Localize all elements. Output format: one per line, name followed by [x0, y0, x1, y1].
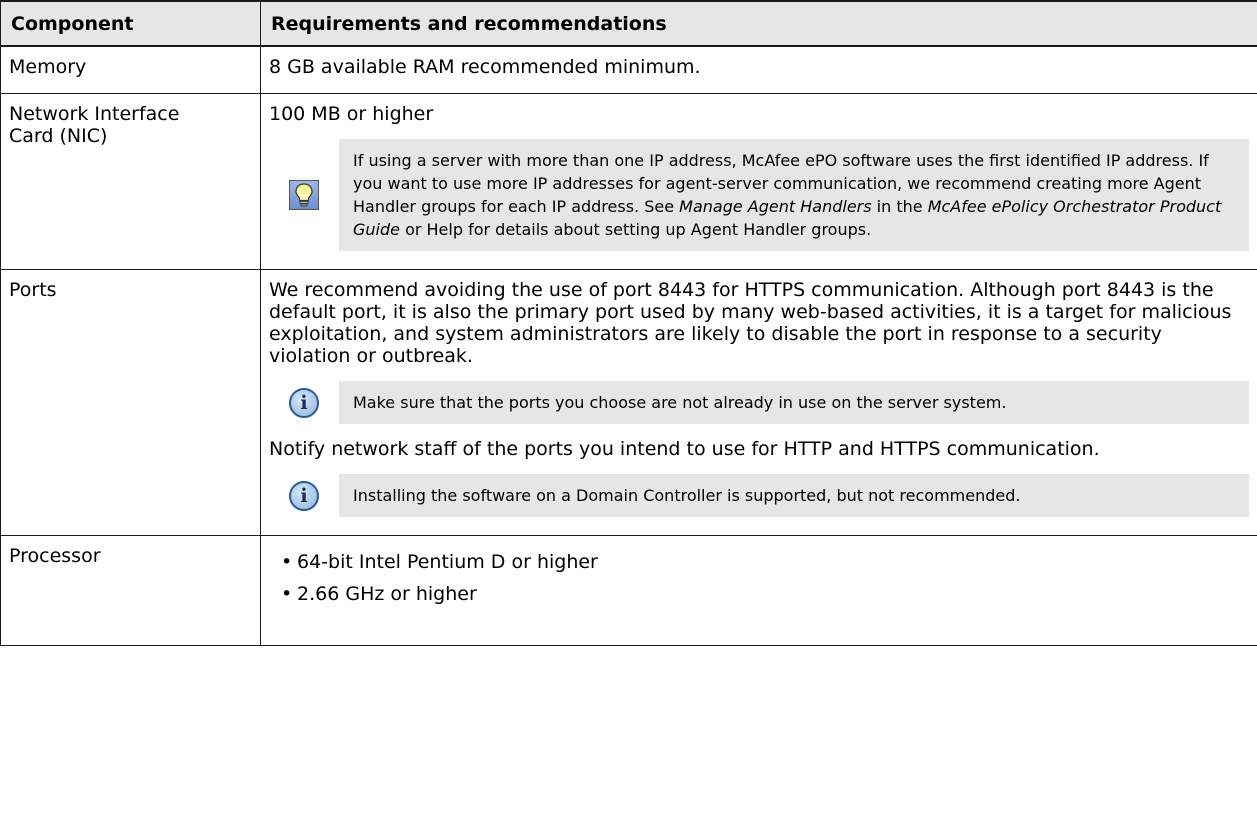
- info-icon: i: [289, 480, 319, 511]
- table-row-nic: Network Interface Card (NIC) 100 MB or h…: [0, 93, 1257, 270]
- info-note-1-text: Make sure that the ports you choose are …: [339, 381, 1249, 424]
- header-requirements: Requirements and recommendations: [260, 0, 1257, 47]
- info-icon: i: [289, 387, 319, 418]
- tip-text: If using a server with more than one IP …: [339, 139, 1249, 251]
- component-label-nic: Network Interface Card (NIC): [0, 93, 261, 270]
- processor-item-2: 2.66 GHz or higher: [297, 583, 477, 605]
- info-note-1: i Make sure that the ports you choose ar…: [269, 381, 1249, 424]
- component-label-memory: Memory: [0, 45, 261, 94]
- processor-requirement-cell: • 64-bit Intel Pentium D or higher • 2.6…: [260, 535, 1257, 646]
- ports-paragraph-1: We recommend avoiding the use of port 84…: [269, 279, 1232, 367]
- lightbulb-icon: [289, 180, 319, 210]
- tip-text-part2: in the: [871, 197, 928, 216]
- nic-requirement: 100 MB or higher: [269, 103, 434, 125]
- info-note-2: i Installing the software on a Domain Co…: [269, 474, 1249, 517]
- processor-item-1: 64-bit Intel Pentium D or higher: [297, 551, 598, 573]
- ports-requirement-cell: We recommend avoiding the use of port 84…: [260, 269, 1257, 536]
- list-item: • 64-bit Intel Pentium D or higher: [269, 551, 1249, 573]
- tip-note: If using a server with more than one IP …: [269, 139, 1249, 251]
- tip-italic-manage-agent-handlers: Manage Agent Handlers: [679, 197, 872, 216]
- header-component: Component: [0, 0, 261, 47]
- table-row-ports: Ports We recommend avoiding the use of p…: [0, 269, 1257, 536]
- memory-requirement: 8 GB available RAM recommended minimum.: [260, 45, 1257, 94]
- tip-text-part3: or Help for details about setting up Age…: [399, 220, 872, 239]
- bullet-icon: •: [281, 551, 293, 573]
- nic-label-line1: Network Interface: [9, 103, 180, 125]
- nic-requirement-cell: 100 MB or higher If using a server with …: [260, 93, 1257, 270]
- nic-label-line2: Card (NIC): [9, 125, 108, 147]
- requirements-table: Component Requirements and recommendatio…: [0, 0, 1257, 646]
- list-item: • 2.66 GHz or higher: [269, 583, 1249, 605]
- component-label-processor: Processor: [0, 535, 261, 646]
- table-row-processor: Processor • 64-bit Intel Pentium D or hi…: [0, 535, 1257, 646]
- ports-paragraph-2: Notify network staff of the ports you in…: [269, 438, 1100, 460]
- table-header-row: Component Requirements and recommendatio…: [0, 0, 1257, 47]
- table-row-memory: Memory 8 GB available RAM recommended mi…: [0, 45, 1257, 94]
- bullet-icon: •: [281, 583, 293, 605]
- component-label-ports: Ports: [0, 269, 261, 536]
- info-note-2-text: Installing the software on a Domain Cont…: [339, 474, 1249, 517]
